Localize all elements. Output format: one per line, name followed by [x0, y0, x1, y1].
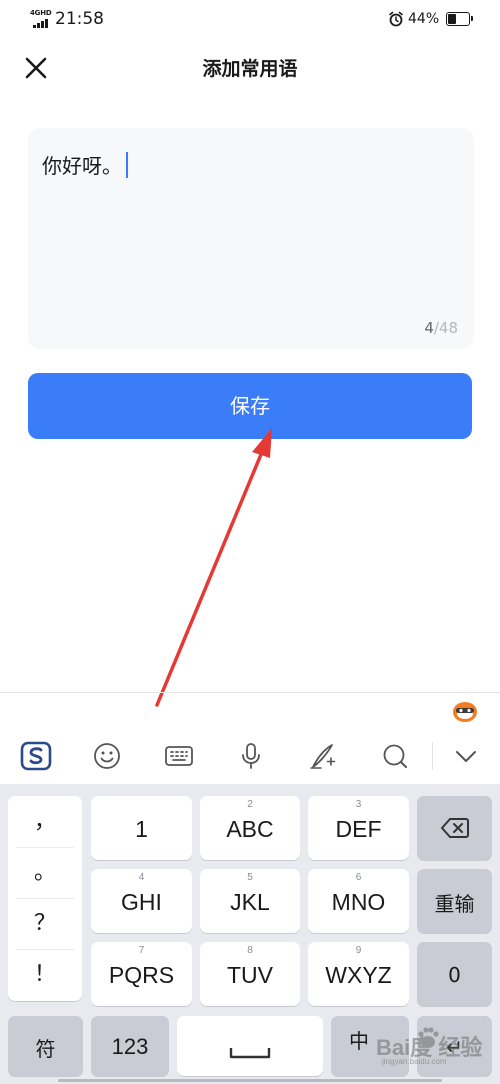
punctuation-list[interactable]: ， 。 ？ ！ [8, 796, 82, 1001]
key-mno[interactable]: 6 MNO [308, 869, 409, 933]
key-0[interactable]: 0 [417, 942, 492, 1006]
phrase-text: 你好呀。 [42, 152, 128, 180]
baidu-watermark: Bai度 经验 jingyan.baidu.com [372, 1024, 492, 1068]
key-label: DEF [335, 815, 382, 842]
reinput-key[interactable]: 重输 [417, 869, 492, 933]
watermark-url: jingyan.baidu.com [382, 1057, 447, 1066]
numeric-key[interactable]: 123 [91, 1016, 169, 1076]
punct-question[interactable]: ？ [8, 898, 82, 949]
backspace-key[interactable] [417, 796, 492, 860]
key-pqrs[interactable]: 7 PQRS [91, 942, 192, 1006]
key-ghi[interactable]: 4 GHI [91, 869, 192, 933]
punct-comma[interactable]: ， [8, 796, 82, 847]
key-label: 1 [135, 815, 148, 842]
keyboard-toolbar [0, 730, 500, 784]
sogou-mascot-icon[interactable] [452, 698, 478, 724]
network-indicator: 4GHD [30, 9, 52, 29]
text-cursor [126, 152, 128, 178]
symbol-key[interactable]: 符 [8, 1016, 83, 1076]
backspace-icon [441, 818, 469, 838]
key-label: WXYZ [325, 961, 392, 988]
key-abc[interactable]: 2 ABC [200, 796, 300, 860]
char-counter: 4/48 [424, 319, 458, 337]
key-label: PQRS [108, 961, 175, 988]
home-indicator [58, 1079, 442, 1082]
keyboard-divider [0, 692, 500, 693]
key-label: JKL [230, 888, 270, 915]
key-wxyz[interactable]: 9 WXYZ [308, 942, 409, 1006]
space-key[interactable] [177, 1016, 323, 1076]
key-def[interactable]: 3 DEF [308, 796, 409, 860]
signal-icon [33, 19, 49, 28]
network-type: 4GHD [30, 9, 52, 17]
key-label: 重输 [434, 891, 475, 916]
char-count-max: /48 [433, 319, 458, 337]
key-label: 符 [35, 1036, 56, 1061]
phrase-input[interactable]: 你好呀。 4/48 [28, 128, 474, 349]
status-time: 21:58 [55, 9, 104, 29]
toolbar-separator [432, 742, 433, 770]
char-count-current: 4 [424, 319, 434, 337]
battery-percent: 44% [408, 11, 440, 27]
phrase-value: 你好呀。 [42, 154, 122, 178]
status-bar: 4GHD 21:58 44% [0, 0, 500, 40]
punct-period[interactable]: 。 [8, 847, 82, 898]
key-label: GHI [121, 888, 162, 915]
chevron-down-icon[interactable] [450, 740, 482, 772]
battery-icon [446, 12, 473, 26]
search-icon[interactable] [379, 740, 411, 772]
key-jkl[interactable]: 5 JKL [200, 869, 300, 933]
page-title: 添加常用语 [202, 58, 298, 80]
header: 添加常用语 [0, 40, 500, 100]
space-icon [229, 1048, 271, 1059]
key-label: MNO [331, 888, 386, 915]
microphone-icon[interactable] [235, 740, 267, 772]
key-label: TUV [227, 961, 273, 988]
key-label: 0 [448, 963, 461, 987]
handwriting-icon[interactable] [307, 740, 339, 772]
key-label: 123 [111, 1034, 149, 1059]
battery-fill [448, 14, 456, 24]
key-tuv[interactable]: 8 TUV [200, 942, 300, 1006]
keyboard-icon[interactable] [163, 740, 195, 772]
save-button[interactable]: 保存 [28, 373, 472, 439]
sogou-logo-icon[interactable] [20, 740, 52, 772]
key-label: ABC [226, 815, 274, 842]
punct-exclaim[interactable]: ！ [8, 949, 82, 1000]
key-1[interactable]: 1 [91, 796, 192, 860]
alarm-icon [389, 11, 403, 27]
emoji-icon[interactable] [91, 740, 123, 772]
